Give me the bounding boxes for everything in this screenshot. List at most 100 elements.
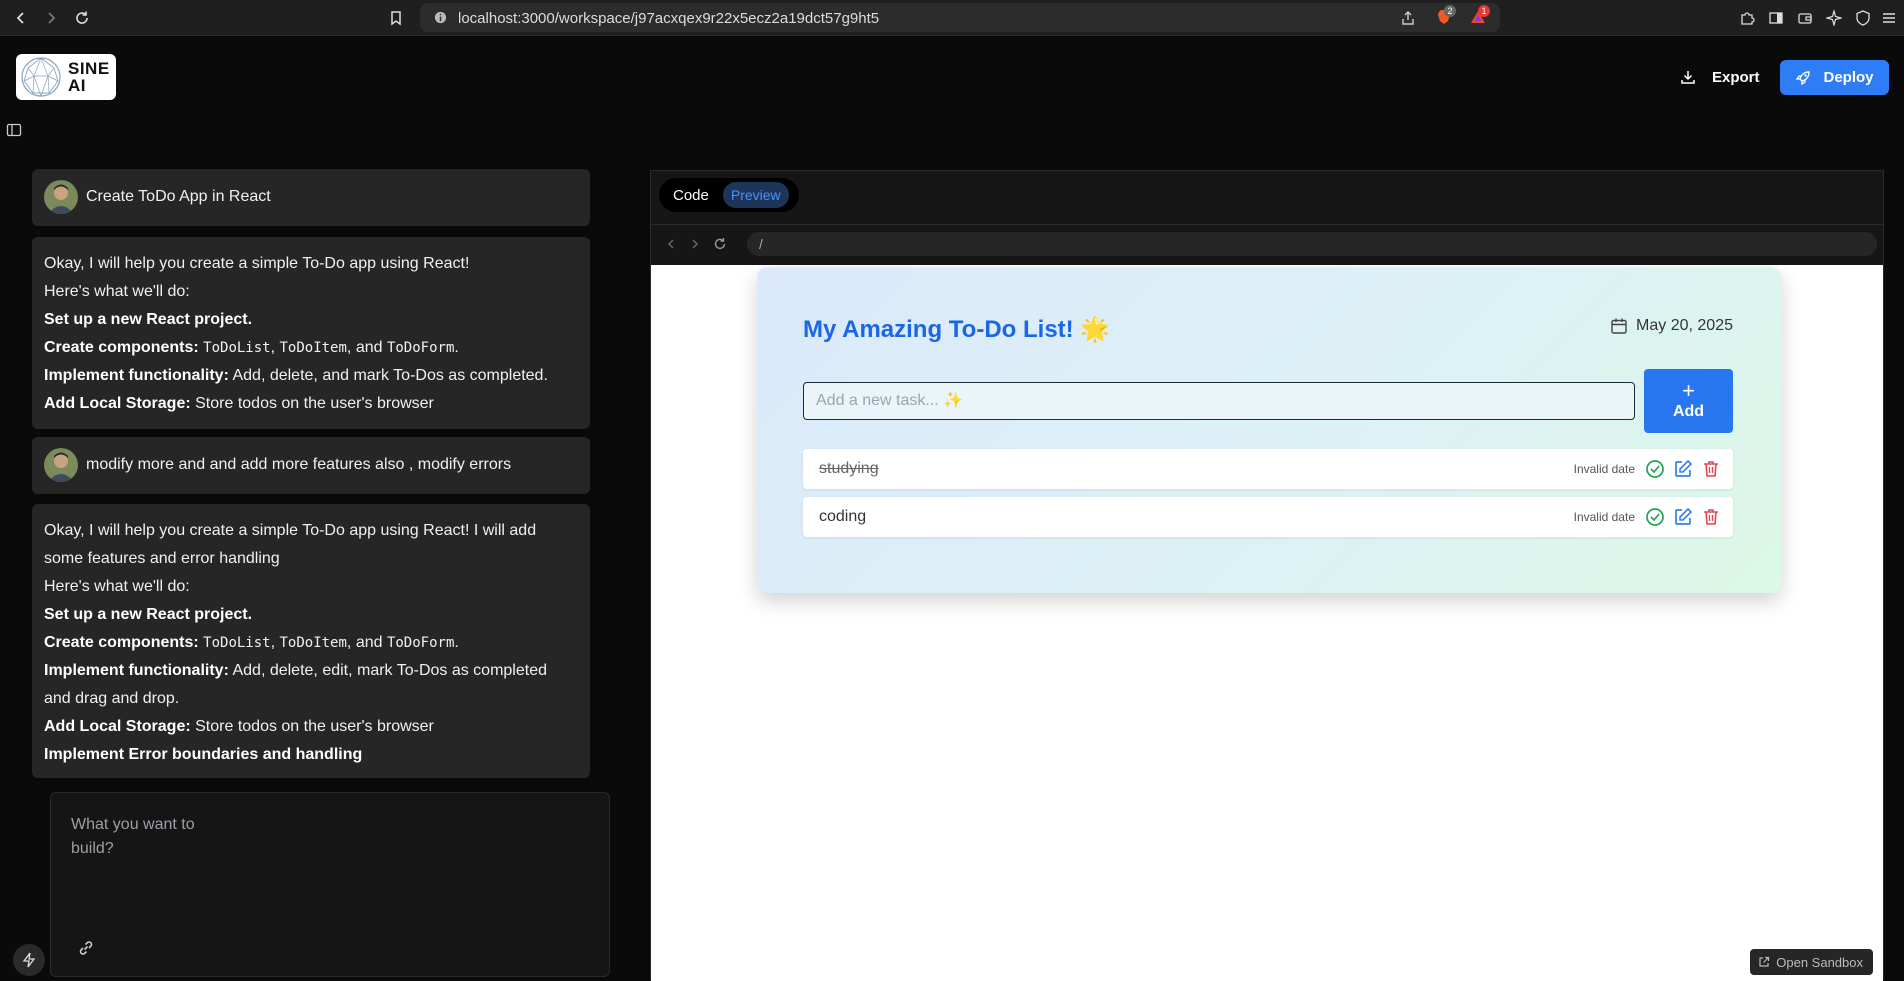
geodesic-globe-icon — [21, 57, 61, 97]
ai-step: Set up a new React project. — [44, 606, 253, 623]
avatar-image-icon — [44, 180, 78, 214]
leo-ai-button[interactable] — [1821, 5, 1847, 31]
sparkle-icon — [1826, 10, 1842, 26]
tab-preview[interactable]: Preview — [722, 182, 789, 208]
wallet-button[interactable] — [1792, 5, 1818, 31]
export-button[interactable]: Export — [1680, 62, 1760, 92]
ai-message-card: Okay, I will help you create a simple To… — [32, 237, 590, 429]
ai-step-label: Add Local Storage: — [44, 395, 191, 412]
task-date: Invalid date — [1573, 462, 1635, 476]
todo-date-display: May 20, 2025 — [1610, 317, 1733, 335]
edit-icon[interactable] — [1673, 459, 1693, 479]
preview-panel: Code Preview / My Amazing To-Do List! 🌟 … — [650, 170, 1884, 981]
trash-icon[interactable] — [1701, 459, 1721, 479]
extensions-button[interactable] — [1734, 5, 1760, 31]
edit-icon[interactable] — [1673, 507, 1693, 527]
preview-refresh-icon[interactable] — [713, 237, 727, 251]
preview-forward-icon[interactable] — [689, 238, 701, 250]
sidebar-toggle-button[interactable] — [6, 122, 22, 138]
user-avatar — [44, 448, 78, 482]
ai-line: Okay, I will help you create a simple To… — [44, 255, 470, 272]
rewards-button[interactable]: 1 — [1470, 5, 1490, 25]
quick-action-button[interactable] — [13, 944, 45, 976]
ai-message-card: Okay, I will help you create a simple To… — [32, 504, 590, 778]
panel-left-icon — [6, 123, 22, 137]
ai-step-label: Implement functionality: — [44, 367, 229, 384]
ai-step-text: Store todos on the user's browser — [190, 718, 434, 735]
preview-canvas: My Amazing To-Do List! 🌟 May 20, 2025 + … — [651, 265, 1883, 981]
sine-ai-logo[interactable]: SINE AI — [16, 54, 116, 100]
ai-line: Here's what we'll do: — [44, 578, 190, 595]
open-sandbox-button[interactable]: Open Sandbox — [1750, 949, 1873, 975]
ai-line: Here's what we'll do: — [44, 283, 190, 300]
plus-icon: + — [1682, 378, 1695, 403]
ai-step-label: Create components: — [44, 339, 199, 356]
ai-step-label: Create components: — [44, 634, 199, 651]
avatar-image-icon — [44, 448, 78, 482]
new-task-input[interactable] — [803, 382, 1635, 420]
vpn-button[interactable] — [1850, 5, 1876, 31]
ai-step: Implement Error boundaries and handling — [44, 746, 363, 763]
code-preview-toggle: Code Preview — [659, 178, 799, 212]
bookmark-button[interactable] — [383, 5, 409, 31]
user-message-text: modify more and and add more features al… — [86, 456, 512, 473]
bolt-icon — [22, 952, 36, 968]
user-avatar — [44, 180, 78, 214]
open-sandbox-label: Open Sandbox — [1776, 954, 1863, 970]
share-icon[interactable] — [1400, 10, 1416, 26]
shield-icon — [1856, 10, 1870, 26]
reload-icon — [76, 11, 88, 24]
bookmark-icon — [391, 11, 401, 26]
sidebar-button[interactable] — [1763, 5, 1789, 31]
rocket-icon — [1796, 70, 1811, 85]
code-component: ToDoItem — [279, 340, 347, 356]
back-button[interactable] — [8, 5, 34, 31]
address-bar[interactable]: localhost:3000/workspace/j97acxqex9r22x5… — [420, 3, 1500, 32]
preview-navigation-bar: / — [651, 224, 1883, 264]
ai-line: Okay, I will help you create a simple To… — [44, 522, 537, 567]
task-date: Invalid date — [1573, 510, 1635, 524]
logo-text: SINE AI — [68, 59, 110, 95]
add-label: Add — [1672, 403, 1705, 420]
menu-button[interactable] — [1876, 5, 1902, 31]
check-circle-icon[interactable] — [1645, 459, 1665, 479]
user-message-card: Create ToDo App in React — [32, 169, 590, 226]
back-icon — [16, 12, 24, 24]
preview-path-input[interactable]: / — [747, 232, 1877, 256]
site-info-icon[interactable] — [434, 11, 447, 24]
attach-link-button[interactable] — [77, 939, 97, 959]
deploy-button[interactable]: Deploy — [1780, 60, 1889, 95]
ai-step-label: Add Local Storage: — [44, 718, 191, 735]
brave-shields-button[interactable]: 2 — [1436, 5, 1456, 25]
separator: , and — [346, 339, 387, 356]
check-circle-icon[interactable] — [1645, 507, 1665, 527]
reload-button[interactable] — [69, 5, 95, 31]
ai-step-text: Add, delete, and mark To-Dos as complete… — [228, 367, 548, 384]
download-icon — [1681, 71, 1695, 84]
trash-icon[interactable] — [1701, 507, 1721, 527]
external-link-icon — [1759, 956, 1770, 967]
separator: . — [454, 634, 459, 651]
ai-step-text: Store todos on the user's browser — [190, 395, 434, 412]
task-text: coding — [819, 508, 867, 525]
code-component: ToDoItem — [279, 635, 347, 651]
todo-date: May 20, 2025 — [1636, 317, 1733, 334]
tab-code[interactable]: Code — [667, 182, 715, 209]
code-component: ToDoForm — [386, 340, 455, 356]
ai-step-label: Implement functionality: — [44, 662, 229, 679]
prompt-input[interactable] — [71, 813, 231, 873]
puzzle-icon — [1741, 12, 1755, 25]
calendar-icon — [1611, 318, 1627, 334]
task-item[interactable]: studying Invalid date — [803, 449, 1733, 489]
forward-icon — [48, 12, 56, 24]
url-text: localhost:3000/workspace/j97acxqex9r22x5… — [458, 10, 880, 27]
task-text: studying — [819, 460, 879, 477]
task-item[interactable]: coding Invalid date — [803, 497, 1733, 537]
deploy-label: Deploy — [1823, 69, 1874, 86]
forward-button[interactable] — [38, 5, 64, 31]
alert-badge: 1 — [1478, 5, 1490, 17]
preview-back-icon[interactable] — [665, 238, 677, 250]
add-task-button[interactable]: + Add — [1644, 369, 1733, 433]
export-label: Export — [1712, 68, 1760, 86]
wallet-icon — [1798, 13, 1812, 24]
